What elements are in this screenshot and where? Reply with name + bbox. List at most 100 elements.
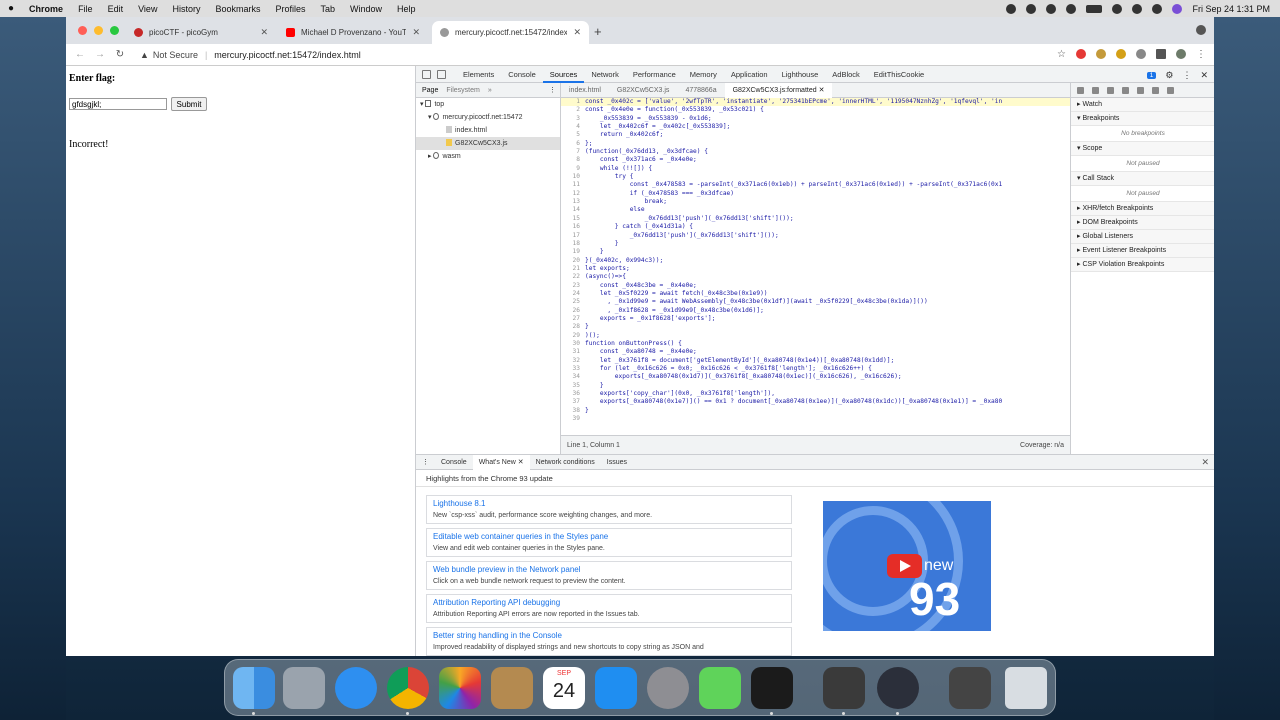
finder-icon[interactable]: [233, 667, 275, 709]
line-number[interactable]: 24: [561, 290, 585, 298]
evernote-icon[interactable]: [1046, 3, 1057, 14]
system-preferences-icon[interactable]: [647, 667, 689, 709]
whats-new-item[interactable]: Editable web container queries in the St…: [426, 528, 792, 557]
code-line[interactable]: 18 }: [561, 240, 1070, 248]
debugger-section-header[interactable]: ▾ Call Stack: [1071, 172, 1214, 186]
item-title[interactable]: Editable web container queries in the St…: [433, 532, 785, 543]
more-tabs-icon[interactable]: »: [488, 87, 492, 94]
menu-edit[interactable]: Edit: [108, 4, 124, 14]
line-number[interactable]: 25: [561, 298, 585, 306]
editor-tab-js[interactable]: G82XCw5CX3.js: [609, 83, 678, 98]
code-line[interactable]: 12 if (_0x478583 === _0x3dfcae): [561, 190, 1070, 198]
code-line[interactable]: 38}: [561, 407, 1070, 415]
line-number[interactable]: 35: [561, 382, 585, 390]
contacts-icon[interactable]: [491, 667, 533, 709]
close-tab-icon[interactable]: ✕: [412, 27, 420, 38]
debugger-section-header[interactable]: ▸ DOM Breakpoints: [1071, 216, 1214, 230]
line-number[interactable]: 12: [561, 190, 585, 198]
debugger-section-header[interactable]: ▸ XHR/fetch Breakpoints: [1071, 202, 1214, 216]
code-line[interactable]: 31 const _0xa80748 = _0x4e0e;: [561, 348, 1070, 356]
menu-help[interactable]: Help: [397, 4, 416, 14]
flag-input[interactable]: [69, 98, 167, 110]
line-number[interactable]: 6: [561, 140, 585, 148]
new-tab-button[interactable]: +: [594, 24, 602, 39]
editor-tab-wasm[interactable]: 4778866a: [677, 83, 724, 98]
menu-history[interactable]: History: [172, 4, 200, 14]
item-title[interactable]: Web bundle preview in the Network panel: [433, 565, 785, 576]
back-icon[interactable]: ←: [74, 49, 86, 60]
line-number[interactable]: 9: [561, 165, 585, 173]
close-tab-icon[interactable]: ✕: [518, 459, 524, 466]
debugger-section-header[interactable]: ▸ Event Listener Breakpoints: [1071, 244, 1214, 258]
menu-tab[interactable]: Tab: [321, 4, 336, 14]
step-over-icon[interactable]: [1092, 86, 1099, 94]
code-line[interactable]: 30 function onButtonPress() {: [561, 340, 1070, 348]
code-line[interactable]: 36 exports['copy_char'](0x0, _0x3761f8['…: [561, 390, 1070, 398]
device-toolbar-icon[interactable]: [437, 69, 446, 79]
address-bar[interactable]: mercury.picoctf.net:15472/index.html: [214, 50, 360, 60]
close-tab-icon[interactable]: ✕: [819, 87, 825, 94]
profile-avatar[interactable]: [1176, 49, 1186, 59]
adblock-extension-icon[interactable]: [1136, 49, 1146, 59]
code-line[interactable]: 39: [561, 415, 1070, 423]
trash-icon[interactable]: [1005, 667, 1047, 709]
code-line[interactable]: 26 , _0x1f8628 = _0x1d99e9[_0x48c3be(0x1…: [561, 307, 1070, 315]
menu-view[interactable]: View: [138, 4, 157, 14]
item-title[interactable]: Better string handling in the Console: [433, 631, 785, 642]
line-number[interactable]: 28: [561, 323, 585, 331]
deactivate-breakpoints-icon[interactable]: [1152, 86, 1159, 94]
drawer-tab-issues[interactable]: Issues: [601, 455, 633, 470]
code-line[interactable]: 33 for (let _0x16c626 = 0x0; _0x16c626 <…: [561, 365, 1070, 373]
obs-icon[interactable]: [877, 667, 919, 709]
tab-youtube[interactable]: Michael D Provenzano - YouTube ✕: [278, 21, 428, 44]
zoom-window-button[interactable]: [110, 26, 119, 35]
code-line[interactable]: 11 const _0x478583 = -parseInt(_0x371ac6…: [561, 181, 1070, 189]
code-line[interactable]: 23 const _0x48c3be = _0x4e0e;: [561, 282, 1070, 290]
tab-sources[interactable]: Sources: [542, 66, 585, 83]
code-line[interactable]: 24 let _0x5f0229 = await fetch(_0x48c3be…: [561, 290, 1070, 298]
pause-on-exceptions-icon[interactable]: [1167, 86, 1174, 94]
line-number[interactable]: 27: [561, 315, 585, 323]
code-line[interactable]: 3 _0x553839 = _0x553839 - 0x1d6;: [561, 115, 1070, 123]
tab-adblock[interactable]: AdBlock: [825, 66, 867, 83]
whats-new-item[interactable]: Attribution Reporting API debugging Attri…: [426, 594, 792, 623]
bookmark-star-icon[interactable]: ☆: [1057, 49, 1066, 60]
code-line[interactable]: 2 const _0x4e0e = function(_0x553839, _0x…: [561, 106, 1070, 114]
messages-icon[interactable]: [699, 667, 741, 709]
line-number[interactable]: 14: [561, 206, 585, 214]
code-line[interactable]: 37 exports[_0xa80748(0x1e7)]() == 0x1 ? …: [561, 398, 1070, 406]
line-number[interactable]: 17: [561, 232, 585, 240]
minimize-window-button[interactable]: [94, 26, 103, 35]
tab-search-icon[interactable]: [1196, 25, 1206, 35]
code-line[interactable]: 25 , _0x1d99e9 = await WebAssembly[_0x48…: [561, 298, 1070, 306]
code-line[interactable]: 1 const _0x402c = ['value', '2wfTpTR', 'i…: [561, 98, 1070, 107]
navigator-tab-page[interactable]: Page: [422, 87, 438, 94]
forward-icon[interactable]: →: [94, 49, 106, 60]
code-line[interactable]: 22 (async()=>{: [561, 273, 1070, 281]
line-number[interactable]: 13: [561, 198, 585, 206]
debugger-section-header[interactable]: ▸ Global Listeners: [1071, 230, 1214, 244]
line-number[interactable]: 10: [561, 173, 585, 181]
chrome-menu-icon[interactable]: ⋮: [1196, 49, 1206, 60]
security-label[interactable]: Not Secure: [153, 50, 198, 60]
menu-clock[interactable]: Fri Sep 24 1:31 PM: [1192, 4, 1270, 14]
code-line[interactable]: 29)();: [561, 332, 1070, 340]
code-line[interactable]: 32 let _0x3761f8 = document['getElementB…: [561, 357, 1070, 365]
line-number[interactable]: 32: [561, 357, 585, 365]
step-into-icon[interactable]: [1107, 86, 1114, 94]
code-line[interactable]: 35 }: [561, 382, 1070, 390]
editor-tab-formatted[interactable]: G82XCw5CX3.js:formatted ✕: [724, 82, 833, 98]
code-line[interactable]: 7 (function(_0x76dd13, _0x3dfcae) {: [561, 148, 1070, 156]
line-number[interactable]: 19: [561, 248, 585, 256]
line-number[interactable]: 39: [561, 415, 585, 423]
code-line[interactable]: 5 return _0x402c6f;: [561, 131, 1070, 139]
code-line[interactable]: 14 else: [561, 206, 1070, 214]
line-number[interactable]: 18: [561, 240, 585, 248]
siri-icon[interactable]: [1172, 3, 1183, 14]
line-number[interactable]: 30: [561, 340, 585, 348]
safari-icon[interactable]: [335, 667, 377, 709]
tab-picoctf[interactable]: picoCTF - picoGym ✕: [126, 21, 276, 44]
line-number[interactable]: 31: [561, 348, 585, 356]
tab-network[interactable]: Network: [584, 66, 626, 83]
line-number[interactable]: 36: [561, 390, 585, 398]
